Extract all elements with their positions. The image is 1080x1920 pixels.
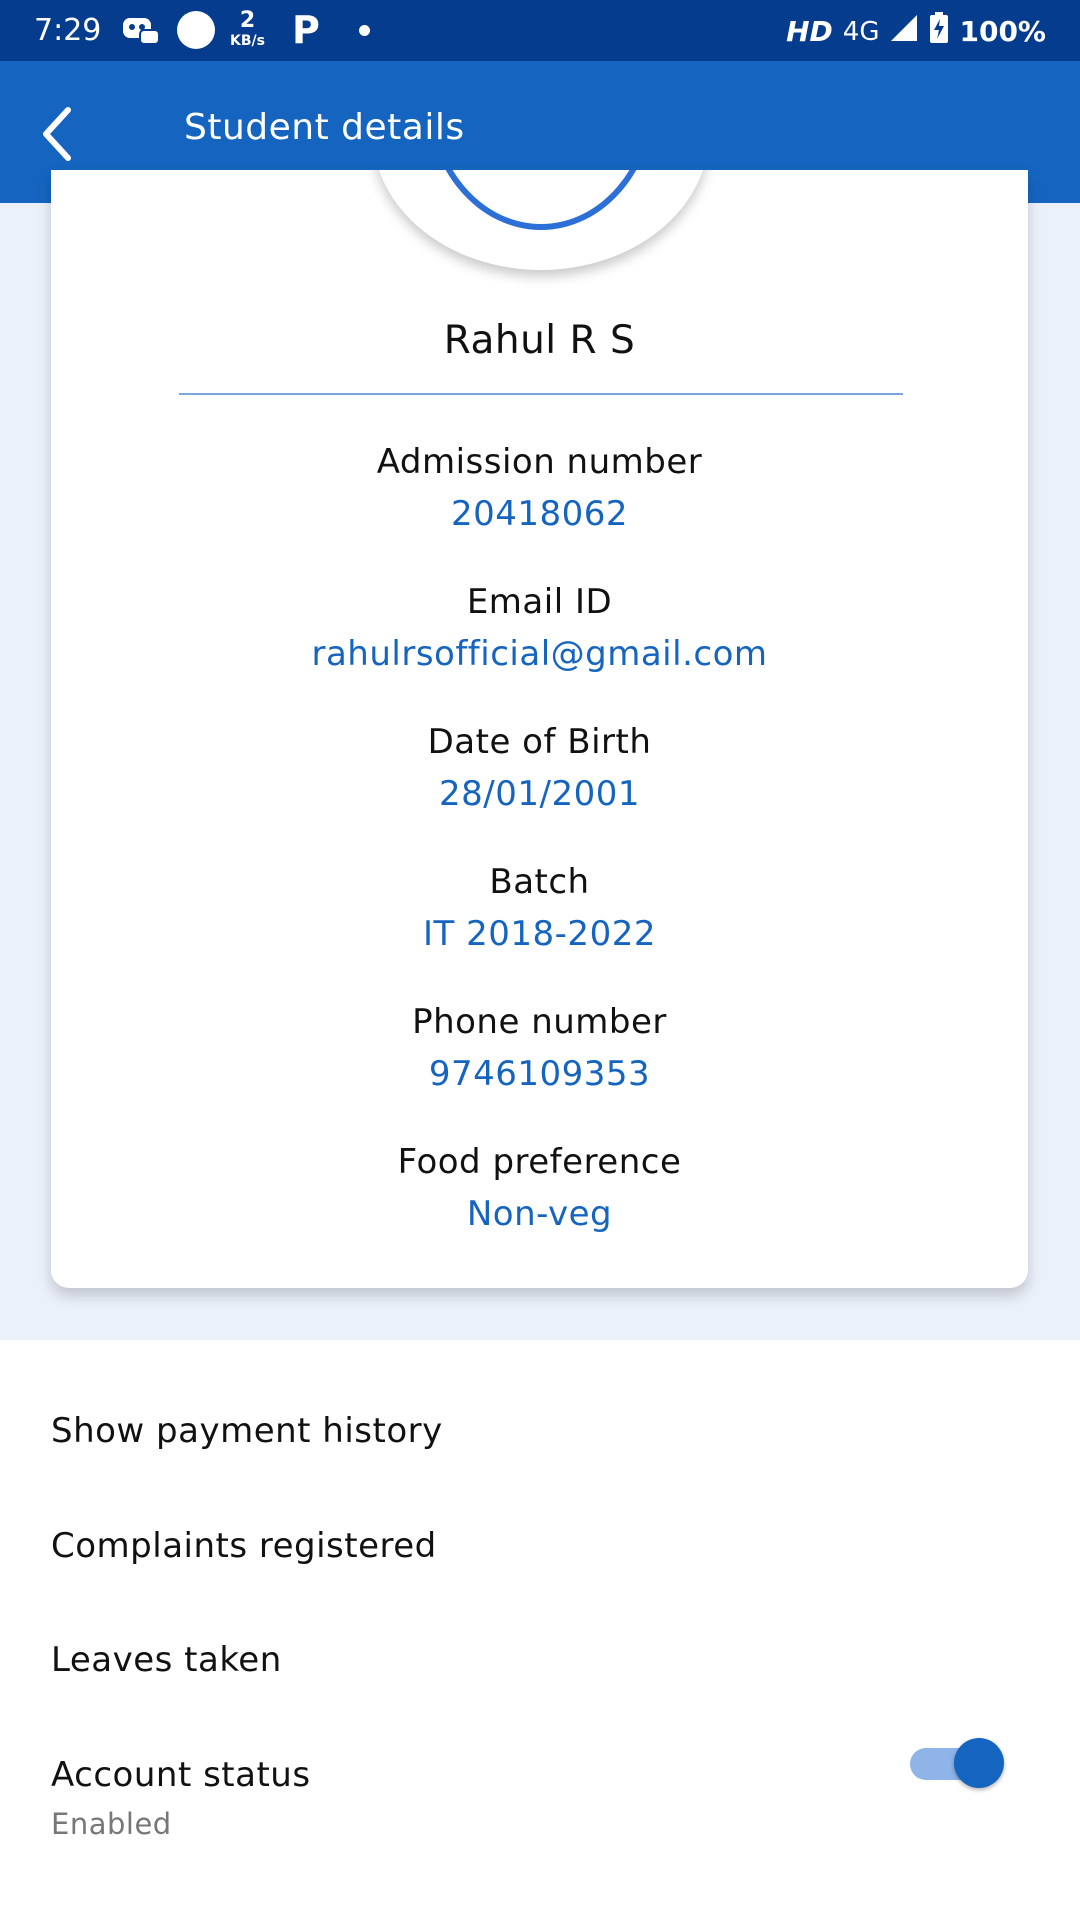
field-batch: Batch IT 2018-2022 bbox=[51, 862, 1028, 954]
hd-indicator: HD bbox=[786, 15, 833, 48]
field-label: Phone number bbox=[412, 1002, 667, 1042]
leaves-taken-item[interactable]: Leaves taken bbox=[51, 1640, 282, 1680]
field-email: Email ID rahulrsofficial@gmail.com bbox=[51, 582, 1028, 674]
field-value: IT 2018-2022 bbox=[423, 914, 656, 954]
parking-p-icon: P bbox=[292, 8, 320, 52]
field-value: Non-veg bbox=[466, 1194, 613, 1234]
field-food-preference: Food preference Non-veg bbox=[51, 1142, 1028, 1234]
account-status-toggle[interactable] bbox=[910, 1734, 1006, 1790]
signal-icon bbox=[889, 13, 919, 50]
student-name: Rahul R S bbox=[443, 318, 636, 363]
field-phone-number: Phone number 9746109353 bbox=[51, 1002, 1028, 1094]
complaints-registered-item[interactable]: Complaints registered bbox=[51, 1526, 437, 1566]
avatar bbox=[373, 170, 709, 270]
more-notifications-dot-icon bbox=[359, 25, 370, 36]
field-label: Batch bbox=[489, 862, 590, 902]
back-arrow-icon bbox=[43, 107, 71, 161]
network-speed: 2 KB/s bbox=[230, 8, 265, 49]
show-payment-history-item[interactable]: Show payment history bbox=[51, 1411, 443, 1451]
field-date-of-birth: Date of Birth 28/01/2001 bbox=[51, 722, 1028, 814]
avatar-ring bbox=[426, 170, 656, 230]
notification-circle-icon bbox=[177, 11, 215, 49]
field-value: 9746109353 bbox=[428, 1054, 651, 1094]
battery-level: 100% bbox=[959, 15, 1046, 48]
network-speed-unit: KB/s bbox=[230, 33, 265, 49]
network-type: 4G bbox=[842, 16, 880, 47]
field-label: Email ID bbox=[466, 582, 613, 622]
field-value: rahulrsofficial@gmail.com bbox=[311, 634, 768, 674]
account-status-value: Enabled bbox=[51, 1807, 172, 1841]
account-status-label[interactable]: Account status bbox=[51, 1755, 311, 1795]
field-value: 20418062 bbox=[450, 494, 629, 534]
network-speed-value: 2 bbox=[239, 8, 256, 33]
toggle-thumb bbox=[954, 1738, 1004, 1788]
field-value: 28/01/2001 bbox=[439, 774, 640, 814]
page-title: Student details bbox=[184, 107, 465, 148]
name-divider bbox=[179, 393, 903, 395]
status-right-group: HD 4G 100% bbox=[786, 12, 1046, 51]
back-button[interactable] bbox=[30, 96, 106, 172]
student-profile-card: Rahul R S Admission number 20418062 Emai… bbox=[51, 170, 1028, 1288]
status-bar: 7:29 2 KB/s P HD 4G 100% bbox=[0, 0, 1080, 61]
discord-icon bbox=[122, 12, 160, 48]
field-label: Food preference bbox=[397, 1142, 682, 1182]
battery-charging-icon bbox=[929, 12, 949, 51]
field-label: Date of Birth bbox=[427, 722, 652, 762]
field-label: Admission number bbox=[376, 442, 703, 482]
status-time: 7:29 bbox=[34, 13, 102, 48]
field-admission-number: Admission number 20418062 bbox=[51, 442, 1028, 534]
